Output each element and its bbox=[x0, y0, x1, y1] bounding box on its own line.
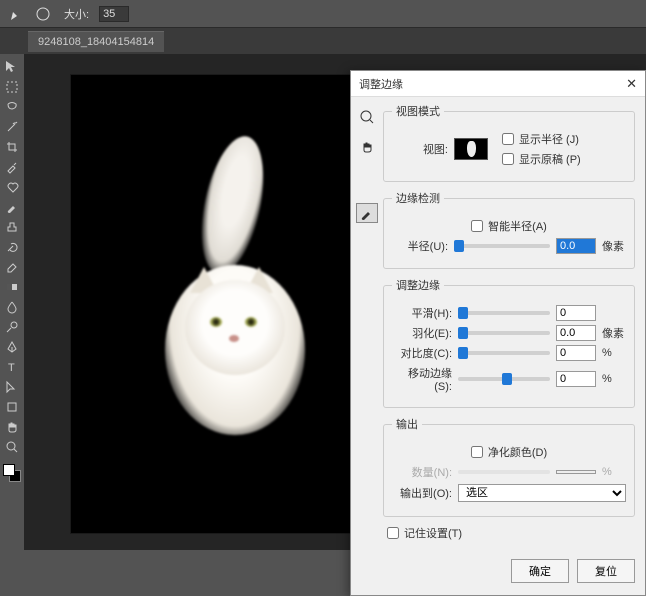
contrast-unit: % bbox=[602, 347, 626, 359]
path-tool-icon[interactable] bbox=[2, 378, 22, 396]
amount-input bbox=[556, 470, 596, 474]
amount-slider bbox=[458, 470, 550, 474]
view-mode-legend: 视图模式 bbox=[392, 103, 444, 119]
smart-radius-checkbox[interactable]: 智能半径(A) bbox=[471, 218, 547, 234]
contrast-label: 对比度(C): bbox=[392, 345, 452, 361]
smooth-slider[interactable] bbox=[458, 311, 550, 315]
tools-panel: T bbox=[0, 54, 24, 550]
size-input[interactable] bbox=[99, 6, 129, 22]
view-mode-group: 视图模式 视图: 显示半径 (J) 显示原稿 (P) bbox=[383, 103, 635, 182]
document-tabbar: 9248108_18404154814 bbox=[0, 28, 646, 54]
hand-icon[interactable] bbox=[356, 137, 378, 157]
shift-input[interactable]: 0 bbox=[556, 371, 596, 387]
edge-detection-legend: 边缘检测 bbox=[392, 190, 444, 206]
edge-detection-group: 边缘检测 智能半径(A) 半径(U): 0.0 像素 bbox=[383, 190, 635, 269]
lasso-tool-icon[interactable] bbox=[2, 98, 22, 116]
output-group: 输出 净化颜色(D) 数量(N): % 输出到(O): 选区 bbox=[383, 416, 635, 517]
size-label: 大小: bbox=[64, 6, 89, 22]
reset-button[interactable]: 复位 bbox=[577, 559, 635, 583]
ok-button[interactable]: 确定 bbox=[511, 559, 569, 583]
contrast-slider[interactable] bbox=[458, 351, 550, 355]
feather-slider[interactable] bbox=[458, 331, 550, 335]
smooth-input[interactable]: 0 bbox=[556, 305, 596, 321]
options-bar: 大小: bbox=[0, 0, 646, 28]
eyedropper-tool-icon[interactable] bbox=[2, 158, 22, 176]
svg-text:T: T bbox=[8, 362, 15, 374]
radius-input[interactable]: 0.0 bbox=[556, 238, 596, 254]
document-tab[interactable]: 9248108_18404154814 bbox=[28, 31, 164, 52]
hand-tool-icon[interactable] bbox=[2, 418, 22, 436]
close-icon[interactable]: ✕ bbox=[626, 76, 637, 92]
output-to-select[interactable]: 选区 bbox=[458, 484, 626, 502]
output-to-label: 输出到(O): bbox=[392, 485, 452, 501]
radius-label: 半径(U): bbox=[392, 238, 448, 254]
refine-brush-icon[interactable] bbox=[356, 203, 378, 223]
shift-label: 移动边缘(S): bbox=[392, 365, 452, 393]
smooth-label: 平滑(H): bbox=[392, 305, 452, 321]
stamp-tool-icon[interactable] bbox=[2, 218, 22, 236]
wand-tool-icon[interactable] bbox=[2, 118, 22, 136]
eraser-tool-icon[interactable] bbox=[2, 258, 22, 276]
view-thumbnail[interactable] bbox=[454, 138, 488, 160]
healing-tool-icon[interactable] bbox=[2, 178, 22, 196]
blur-tool-icon[interactable] bbox=[2, 298, 22, 316]
radius-unit: 像素 bbox=[602, 238, 626, 254]
show-radius-checkbox[interactable]: 显示半径 (J) bbox=[502, 131, 626, 147]
decontaminate-checkbox[interactable]: 净化颜色(D) bbox=[471, 444, 547, 460]
dialog-toolstrip bbox=[351, 97, 383, 551]
brush-preview-icon[interactable] bbox=[36, 5, 54, 23]
dialog-title: 调整边缘 bbox=[359, 76, 403, 92]
color-swatch[interactable] bbox=[3, 464, 21, 482]
contrast-input[interactable]: 0 bbox=[556, 345, 596, 361]
refine-edge-dialog: 调整边缘 ✕ 视图模式 视图: 显示半径 (J) 显示原稿 (P) bbox=[350, 70, 646, 596]
zoom-tool-icon[interactable] bbox=[2, 438, 22, 456]
output-legend: 输出 bbox=[392, 416, 422, 432]
adjust-edge-legend: 调整边缘 bbox=[392, 277, 444, 293]
dialog-footer: 确定 复位 bbox=[351, 551, 645, 595]
radius-slider[interactable] bbox=[454, 244, 550, 248]
adjust-edge-group: 调整边缘 平滑(H): 0 羽化(E): 0.0 像素 对比度(C): 0 bbox=[383, 277, 635, 408]
remember-checkbox[interactable]: 记住设置(T) bbox=[387, 525, 462, 541]
feather-unit: 像素 bbox=[602, 325, 626, 341]
gradient-tool-icon[interactable] bbox=[2, 278, 22, 296]
feather-input[interactable]: 0.0 bbox=[556, 325, 596, 341]
history-brush-icon[interactable] bbox=[2, 238, 22, 256]
move-tool-icon[interactable] bbox=[2, 58, 22, 76]
amount-unit: % bbox=[602, 466, 626, 478]
show-original-checkbox[interactable]: 显示原稿 (P) bbox=[502, 151, 626, 167]
zoom-icon[interactable] bbox=[356, 107, 378, 127]
amount-label: 数量(N): bbox=[392, 464, 452, 480]
pen-tool-icon[interactable] bbox=[2, 338, 22, 356]
crop-tool-icon[interactable] bbox=[2, 138, 22, 156]
dodge-tool-icon[interactable] bbox=[2, 318, 22, 336]
feather-label: 羽化(E): bbox=[392, 325, 452, 341]
shift-slider[interactable] bbox=[458, 377, 550, 381]
dialog-titlebar: 调整边缘 ✕ bbox=[351, 71, 645, 97]
view-label: 视图: bbox=[392, 141, 448, 157]
image-subject bbox=[135, 185, 335, 465]
type-tool-icon[interactable]: T bbox=[2, 358, 22, 376]
shift-unit: % bbox=[602, 373, 626, 385]
brush-tool-icon[interactable] bbox=[2, 198, 22, 216]
marquee-tool-icon[interactable] bbox=[2, 78, 22, 96]
shape-tool-icon[interactable] bbox=[2, 398, 22, 416]
tool-preset-icon[interactable] bbox=[8, 5, 26, 23]
